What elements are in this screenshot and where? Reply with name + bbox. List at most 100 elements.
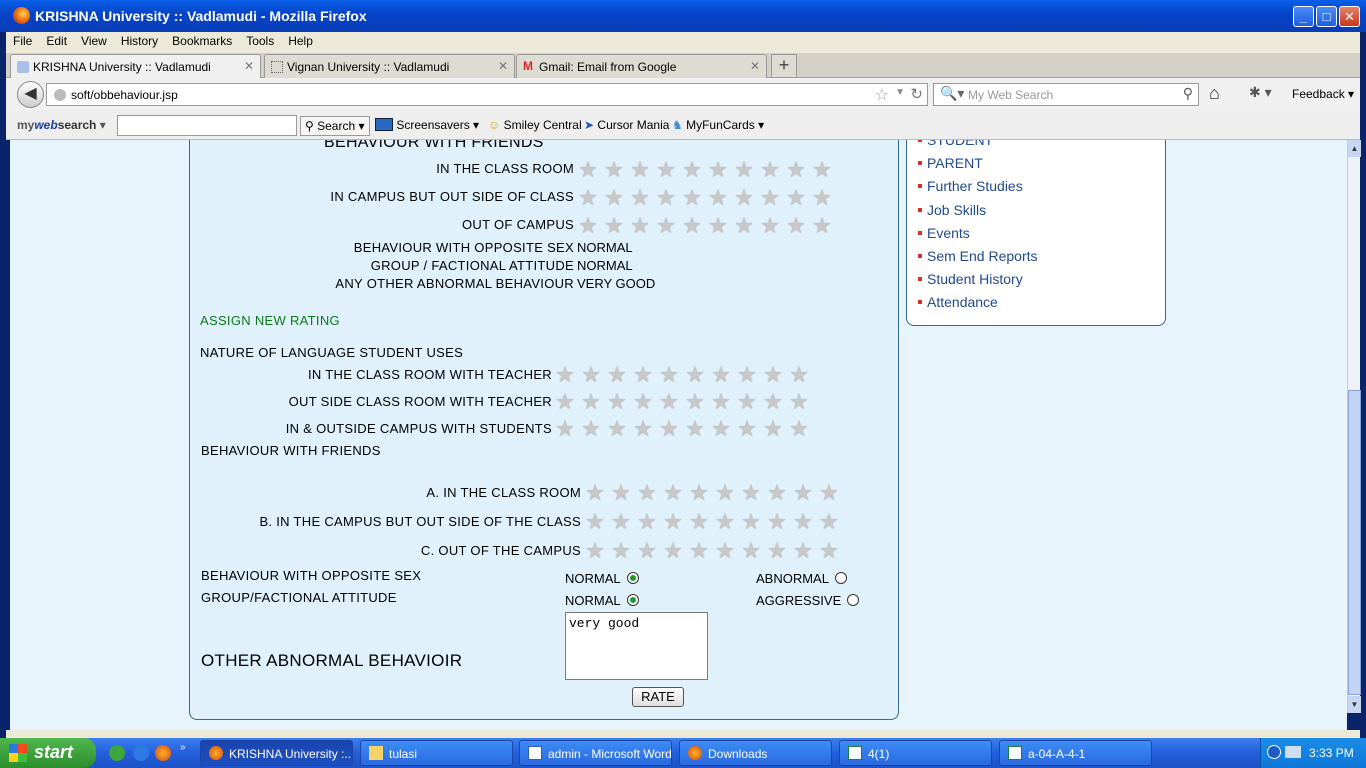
radio-aggressive[interactable] bbox=[847, 594, 860, 606]
back-button[interactable]: ◀ bbox=[17, 81, 44, 108]
sidebar-item-events[interactable]: Events bbox=[918, 225, 970, 241]
star-icon[interactable]: ★ bbox=[734, 391, 760, 413]
star-icon[interactable]: ★ bbox=[656, 364, 682, 386]
star-icon[interactable]: ★ bbox=[712, 540, 738, 562]
star-icon[interactable]: ★ bbox=[734, 418, 760, 440]
star-icon[interactable]: ★ bbox=[582, 540, 608, 562]
star-icon[interactable]: ★ bbox=[630, 364, 656, 386]
star-icon[interactable]: ★ bbox=[816, 511, 842, 533]
star-icon[interactable]: ★ bbox=[552, 391, 578, 413]
menu-bookmarks[interactable]: Bookmarks bbox=[165, 33, 239, 50]
star-icon[interactable]: ★ bbox=[712, 482, 738, 504]
scroll-down-icon[interactable]: ▼ bbox=[1348, 696, 1361, 713]
scroll-thumb[interactable] bbox=[1348, 390, 1361, 695]
taskbar-downloads[interactable]: Downloads bbox=[679, 740, 832, 766]
sidebar-item-student-history[interactable]: Student History bbox=[918, 271, 1023, 287]
toolbar-search-button[interactable]: ⚲ Search ▾ bbox=[300, 116, 370, 136]
web-search-box[interactable]: 🔍▾ My Web Search ⚲ bbox=[933, 83, 1199, 106]
feedback-button[interactable]: Feedback ▾ bbox=[1292, 87, 1354, 101]
star-icon[interactable]: ★ bbox=[634, 511, 660, 533]
star-icon[interactable]: ★ bbox=[764, 540, 790, 562]
lang-stars-outside[interactable]: ★ ★ ★ ★ ★ ★ ★ ★ ★ ★ bbox=[552, 391, 812, 413]
reload-icon[interactable]: ↻ bbox=[910, 85, 923, 103]
star-icon[interactable]: ★ bbox=[816, 482, 842, 504]
url-dropdown-icon[interactable]: ▼ bbox=[895, 87, 905, 98]
taskbar-folder[interactable]: tulasi bbox=[360, 740, 513, 766]
lang-stars-students[interactable]: ★ ★ ★ ★ ★ ★ ★ ★ ★ ★ bbox=[552, 418, 812, 440]
close-tab-icon[interactable]: ✕ bbox=[750, 59, 760, 73]
star-icon[interactable]: ★ bbox=[708, 418, 734, 440]
star-icon[interactable]: ★ bbox=[604, 364, 630, 386]
star-icon[interactable]: ★ bbox=[552, 364, 578, 386]
sidebar-item-student[interactable]: STUDENT bbox=[917, 140, 993, 148]
star-icon[interactable]: ★ bbox=[764, 482, 790, 504]
star-icon[interactable]: ★ bbox=[630, 391, 656, 413]
sidebar-item-job-skills[interactable]: Job Skills bbox=[917, 202, 986, 218]
start-button[interactable]: start bbox=[0, 738, 96, 768]
close-button[interactable]: ✕ bbox=[1339, 6, 1360, 27]
star-icon[interactable]: ★ bbox=[604, 391, 630, 413]
star-icon[interactable]: ★ bbox=[738, 482, 764, 504]
menu-file[interactable]: File bbox=[6, 33, 39, 50]
star-icon[interactable]: ★ bbox=[790, 511, 816, 533]
star-icon[interactable]: ★ bbox=[682, 391, 708, 413]
star-icon[interactable]: ★ bbox=[660, 540, 686, 562]
search-go-icon[interactable]: ⚲ bbox=[1183, 85, 1193, 102]
cursor-mania-button[interactable]: ➤ Cursor Mania bbox=[584, 118, 669, 132]
friends-stars-classroom[interactable]: ★ ★ ★ ★ ★ ★ ★ ★ ★ ★ bbox=[582, 482, 842, 504]
tab-gmail[interactable]: M Gmail: Email from Google ✕ bbox=[516, 54, 767, 78]
menu-help[interactable]: Help bbox=[281, 33, 320, 50]
star-icon[interactable]: ★ bbox=[582, 511, 608, 533]
maximize-button[interactable]: □ bbox=[1316, 6, 1337, 27]
star-icon[interactable]: ★ bbox=[816, 540, 842, 562]
toolbar-search-input[interactable] bbox=[117, 115, 297, 136]
tab-vignan[interactable]: Vignan University :: Vadlamudi ✕ bbox=[264, 54, 515, 78]
sidebar-item-parent[interactable]: PARENT bbox=[918, 155, 983, 171]
smiley-central-button[interactable]: ☺ Smiley Central bbox=[488, 118, 582, 132]
taskbar-firefox[interactable]: KRISHNA University :... bbox=[200, 740, 353, 766]
radio-normal-selected[interactable] bbox=[626, 594, 639, 606]
sidebar-item-further-studies[interactable]: Further Studies bbox=[918, 178, 1023, 194]
close-tab-icon[interactable]: ✕ bbox=[498, 59, 508, 73]
star-icon[interactable]: ★ bbox=[578, 364, 604, 386]
radio-normal-selected[interactable] bbox=[626, 572, 639, 584]
star-icon[interactable]: ★ bbox=[608, 482, 634, 504]
star-icon[interactable]: ★ bbox=[738, 511, 764, 533]
star-icon[interactable]: ★ bbox=[682, 364, 708, 386]
star-icon[interactable]: ★ bbox=[760, 364, 786, 386]
star-icon[interactable]: ★ bbox=[760, 391, 786, 413]
star-icon[interactable]: ★ bbox=[786, 391, 812, 413]
star-icon[interactable]: ★ bbox=[578, 391, 604, 413]
star-icon[interactable]: ★ bbox=[790, 482, 816, 504]
menu-tools[interactable]: Tools bbox=[239, 33, 281, 50]
star-icon[interactable]: ★ bbox=[786, 418, 812, 440]
network-icon[interactable] bbox=[1285, 746, 1301, 758]
myfuncards-button[interactable]: ♞ MyFunCards ▾ bbox=[672, 118, 764, 132]
menu-history[interactable]: History bbox=[114, 33, 165, 50]
star-icon[interactable]: ★ bbox=[608, 511, 634, 533]
star-icon[interactable]: ★ bbox=[786, 364, 812, 386]
ie-icon[interactable] bbox=[133, 745, 149, 761]
star-icon[interactable]: ★ bbox=[760, 418, 786, 440]
star-icon[interactable]: ★ bbox=[578, 418, 604, 440]
expand-quicklaunch-icon[interactable]: » bbox=[180, 742, 186, 753]
addon-icon[interactable]: ✱ ▾ bbox=[1249, 84, 1272, 101]
radio-abnormal[interactable] bbox=[834, 572, 847, 584]
star-icon[interactable]: ★ bbox=[790, 540, 816, 562]
star-icon[interactable]: ★ bbox=[660, 511, 686, 533]
star-icon[interactable]: ★ bbox=[582, 482, 608, 504]
scroll-up-icon[interactable]: ▲ bbox=[1348, 140, 1361, 157]
menu-edit[interactable]: Edit bbox=[39, 33, 74, 50]
star-icon[interactable]: ★ bbox=[604, 418, 630, 440]
taskbar-word[interactable]: admin - Microsoft Word bbox=[519, 740, 672, 766]
star-icon[interactable]: ★ bbox=[660, 482, 686, 504]
rate-button[interactable]: RATE bbox=[632, 687, 684, 707]
new-tab-button[interactable]: + bbox=[771, 54, 797, 78]
star-icon[interactable]: ★ bbox=[764, 511, 790, 533]
minimize-button[interactable]: _ bbox=[1293, 6, 1314, 27]
taskbar-excel-2[interactable]: a-04-A-4-1 bbox=[999, 740, 1152, 766]
sidebar-item-sem-end-reports[interactable]: Sem End Reports bbox=[918, 248, 1038, 264]
star-icon[interactable]: ★ bbox=[734, 364, 760, 386]
other-behaviour-textarea[interactable]: very good bbox=[565, 612, 708, 680]
group-normal-option[interactable]: NORMAL bbox=[565, 593, 639, 608]
